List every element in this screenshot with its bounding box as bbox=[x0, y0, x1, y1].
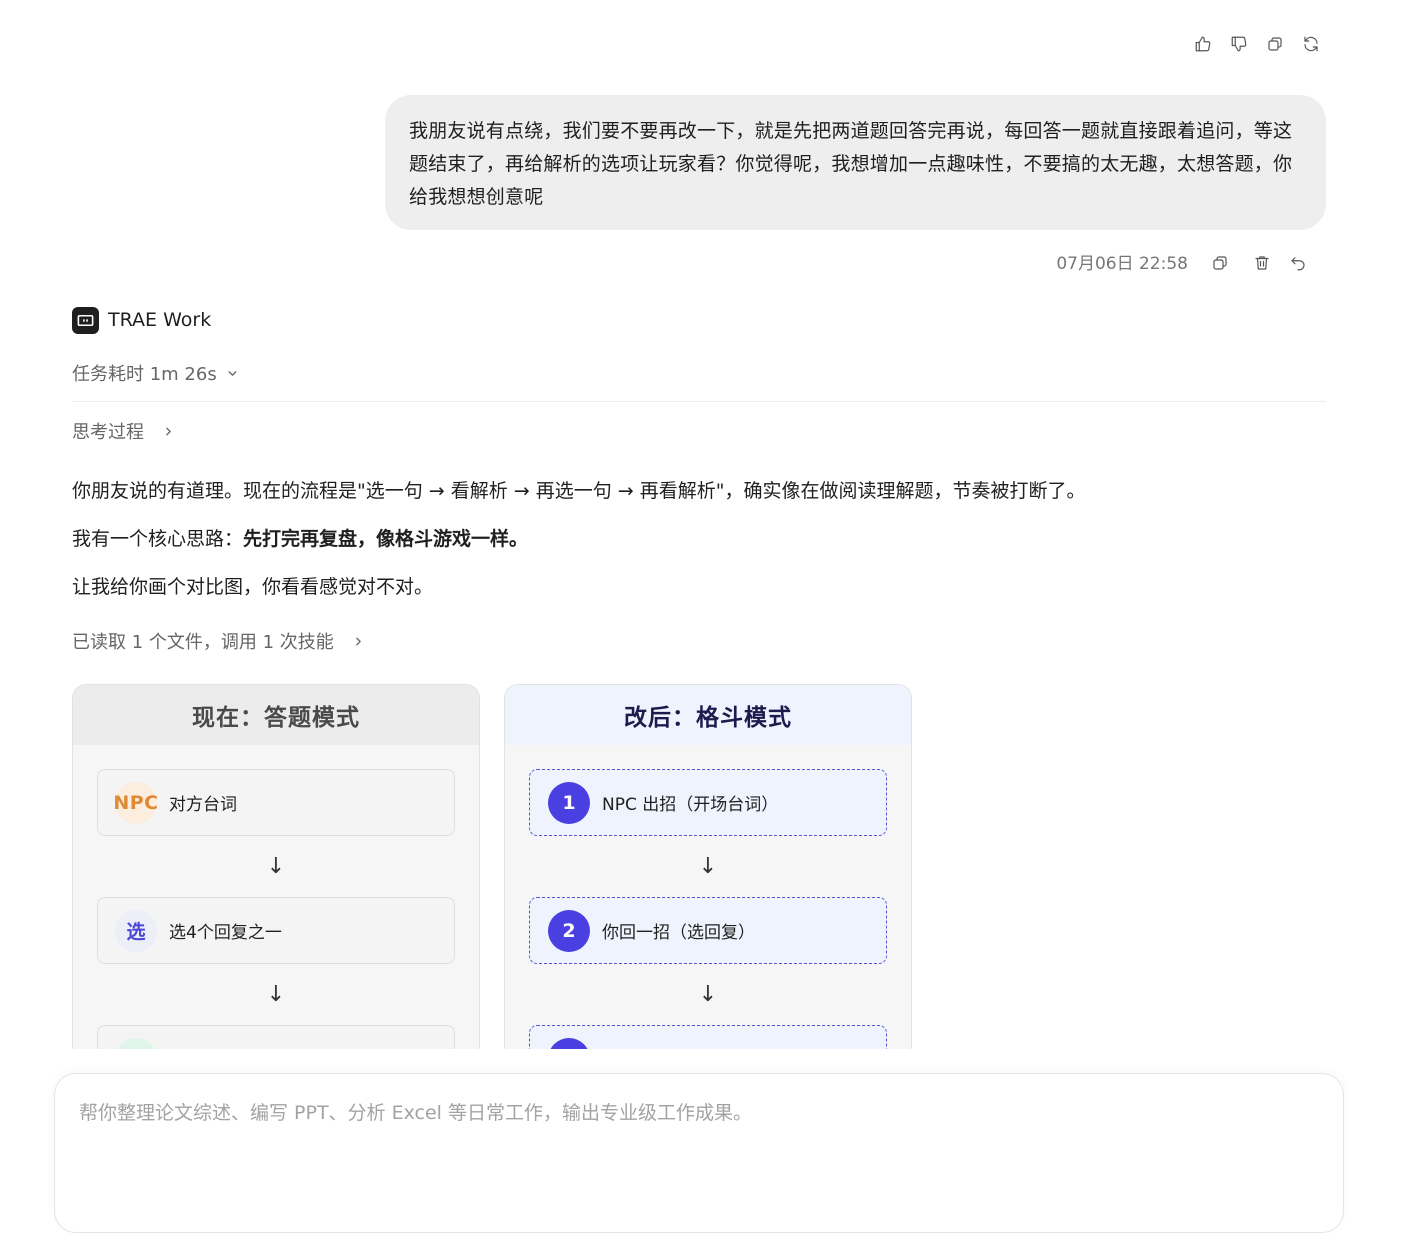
chevron-right-icon bbox=[162, 420, 175, 446]
message-timestamp: 07月06日 22:58 bbox=[1056, 254, 1188, 274]
step-label: 你回一招（选回复） bbox=[602, 923, 755, 943]
down-arrow-icon: ↓ bbox=[266, 982, 286, 1007]
step-label: NPC 出招（开场台词） bbox=[602, 795, 779, 815]
panel-title: 改后：格斗模式 bbox=[505, 685, 911, 745]
down-arrow-icon: ↓ bbox=[698, 982, 718, 1007]
thumbs-up-icon[interactable] bbox=[1191, 32, 1215, 56]
task-duration-toggle[interactable]: 任务耗时 1m 26s bbox=[72, 362, 239, 388]
diagram-panel-revised: 改后：格斗模式 1 NPC 出招（开场台词） ↓ 2 你回一招（选回复） ↓ bbox=[504, 684, 912, 1049]
section-divider bbox=[72, 401, 1326, 402]
thumbs-down-icon[interactable] bbox=[1227, 32, 1251, 56]
response-paragraph: 我有一个核心思路：先打完再复盘，像格斗游戏一样。 bbox=[72, 524, 528, 554]
trae-logo-icon bbox=[72, 307, 99, 334]
refresh-icon[interactable] bbox=[1299, 32, 1323, 56]
copy-icon[interactable] bbox=[1208, 251, 1232, 275]
flow-step: 2 你回一招（选回复） bbox=[529, 897, 887, 964]
flow-step: 选 选4个回复之一 bbox=[97, 897, 455, 964]
step-number-badge bbox=[548, 1037, 590, 1049]
task-duration-label: 任务耗时 1m 26s bbox=[72, 364, 217, 385]
step-badge bbox=[115, 1037, 157, 1049]
diagram-panel-current: 现在：答题模式 NPC 对方台词 ↓ 选 选4个回复之一 ↓ bbox=[72, 684, 480, 1049]
npc-badge: NPC bbox=[113, 781, 158, 824]
flow-step: NPC 对方台词 bbox=[97, 769, 455, 836]
files-summary-label: 已读取 1 个文件，调用 1 次技能 bbox=[72, 632, 334, 653]
flow-step bbox=[97, 1025, 455, 1049]
copy-icon[interactable] bbox=[1263, 32, 1287, 56]
delete-icon[interactable] bbox=[1250, 251, 1274, 275]
thinking-process-label: 思考过程 bbox=[72, 422, 144, 443]
thinking-process-toggle[interactable]: 思考过程 bbox=[72, 420, 175, 446]
files-summary-toggle[interactable]: 已读取 1 个文件，调用 1 次技能 bbox=[72, 630, 365, 656]
step-label: 对方台词 bbox=[169, 795, 237, 815]
response-bold-text: 先打完再复盘，像格斗游戏一样。 bbox=[243, 528, 529, 550]
step-label: 选4个回复之一 bbox=[169, 923, 282, 943]
response-text: 我有一个核心思路： bbox=[72, 528, 244, 550]
user-message-bubble: 我朋友说有点绕，我们要不要再改一下，就是先把两道题回答完再说，每回答一题就直接跟… bbox=[385, 95, 1326, 230]
step-number-badge: 1 bbox=[548, 781, 590, 824]
flow-step: 1 NPC 出招（开场台词） bbox=[529, 769, 887, 836]
chevron-down-icon bbox=[226, 362, 239, 388]
agent-name: TRAE Work bbox=[108, 309, 212, 331]
chevron-right-icon bbox=[352, 630, 365, 656]
step-number-badge: 2 bbox=[548, 909, 590, 952]
chat-input-placeholder[interactable]: 帮你整理论文综述、编写 PPT、分析 Excel 等日常工作，输出专业级工作成果… bbox=[79, 1100, 752, 1126]
flow-step bbox=[529, 1025, 887, 1049]
down-arrow-icon: ↓ bbox=[698, 854, 718, 879]
chat-input-box[interactable]: 帮你整理论文综述、编写 PPT、分析 Excel 等日常工作，输出专业级工作成果… bbox=[54, 1073, 1344, 1233]
down-arrow-icon: ↓ bbox=[266, 854, 286, 879]
undo-icon[interactable] bbox=[1286, 251, 1310, 275]
response-paragraph: 你朋友说的有道理。现在的流程是"选一句 → 看解析 → 再选一句 → 再看解析"… bbox=[72, 480, 1086, 502]
select-badge: 选 bbox=[115, 909, 157, 952]
panel-title: 现在：答题模式 bbox=[73, 685, 479, 745]
response-paragraph: 让我给你画个对比图，你看看感觉对不对。 bbox=[72, 576, 434, 598]
